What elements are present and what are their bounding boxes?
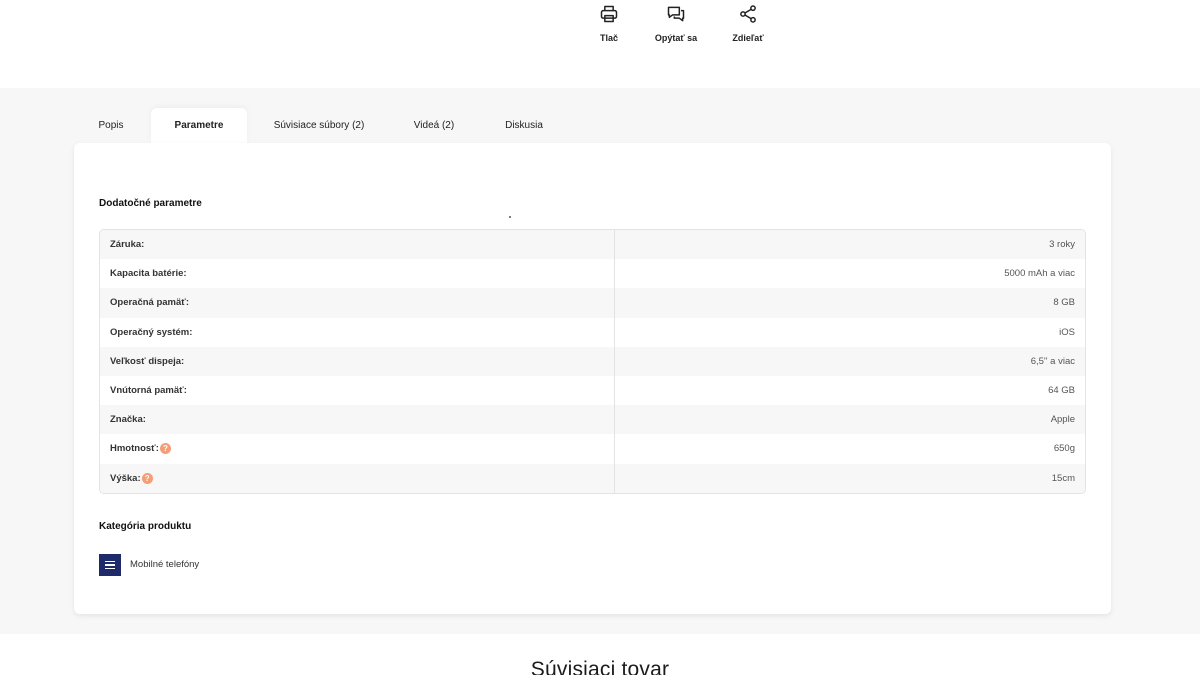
- param-key-cell: Výška:?: [100, 463, 615, 493]
- param-key: Veľkosť dispeja:: [100, 346, 615, 376]
- category-list-icon[interactable]: [99, 554, 121, 576]
- product-actions: Tlač Opýtať sa Zdieľať: [0, 0, 1200, 88]
- param-value: 64 GB: [1048, 385, 1075, 397]
- param-key: Kapacita batérie:: [100, 259, 615, 289]
- param-key: Operačná pamäť:: [100, 288, 615, 318]
- tab-discussion[interactable]: Diskusia: [494, 108, 554, 144]
- table-row: Výška:? 15cm: [100, 463, 1085, 493]
- param-value: Apple: [1050, 414, 1075, 426]
- param-key: Operačný systém:: [100, 317, 615, 347]
- param-key: Značka:: [100, 405, 615, 435]
- param-value: iOS: [1059, 326, 1075, 338]
- table-row: Vnútorná pamäť: 64 GB: [100, 375, 1085, 406]
- ask-label: Opýtať sa: [654, 33, 698, 43]
- category-link[interactable]: Mobilné telefóny: [130, 559, 199, 570]
- help-icon[interactable]: ?: [159, 443, 171, 455]
- table-row: Hmotnosť:? 650g: [100, 434, 1085, 464]
- param-value: 15cm: [1051, 472, 1075, 484]
- print-label: Tlač: [599, 33, 618, 43]
- param-value: 650g: [1053, 443, 1075, 455]
- tab-videos[interactable]: Videá (2): [400, 108, 468, 144]
- chat-bubbles-icon: [667, 6, 685, 22]
- param-value: 5000 mAh a viac: [1004, 268, 1075, 280]
- separator-dot: [509, 216, 511, 218]
- tab-parametre[interactable]: Parametre: [151, 108, 247, 144]
- print-button[interactable]: Tlač: [574, 4, 644, 43]
- share-button[interactable]: Zdieľať: [713, 4, 783, 43]
- param-key-cell: Hmotnosť:?: [100, 434, 615, 464]
- param-key: Hmotnosť:: [110, 443, 159, 455]
- table-row: Značka: Apple: [100, 405, 1085, 435]
- table-row: Kapacita batérie: 5000 mAh a viac: [100, 259, 1085, 289]
- param-key: Výška:: [110, 472, 141, 484]
- share-label: Zdieľať: [732, 33, 764, 43]
- param-value: 6,5'' a viac: [1030, 355, 1075, 367]
- related-products-heading: Súvisiaci tovar: [530, 658, 670, 675]
- ask-question-button[interactable]: Opýtať sa: [641, 4, 711, 43]
- tab-related-files[interactable]: Súvisiace súbory (2): [264, 108, 374, 144]
- table-row: Operačná pamäť: 8 GB: [100, 288, 1085, 318]
- printer-icon: [600, 5, 618, 23]
- params-title: Dodatočné parametre: [99, 198, 202, 209]
- share-icon: [740, 5, 756, 23]
- param-key: Vnútorná pamäť:: [100, 375, 615, 406]
- param-value: 8 GB: [1053, 297, 1075, 309]
- parameters-panel: Dodatočné parametre Záruka: 3 roky Kapac…: [74, 143, 1111, 614]
- param-value: 3 roky: [1049, 239, 1075, 251]
- table-row: Záruka: 3 roky: [100, 230, 1085, 260]
- table-row: Operačný systém: iOS: [100, 317, 1085, 347]
- param-key: Záruka:: [100, 230, 615, 260]
- category-title: Kategória produktu: [99, 521, 192, 532]
- parameters-table: Záruka: 3 roky Kapacita batérie: 5000 mA…: [99, 229, 1086, 494]
- table-row: Veľkosť dispeja: 6,5'' a viac: [100, 346, 1085, 376]
- tab-popis[interactable]: Popis: [74, 108, 148, 144]
- help-icon[interactable]: ?: [141, 472, 153, 484]
